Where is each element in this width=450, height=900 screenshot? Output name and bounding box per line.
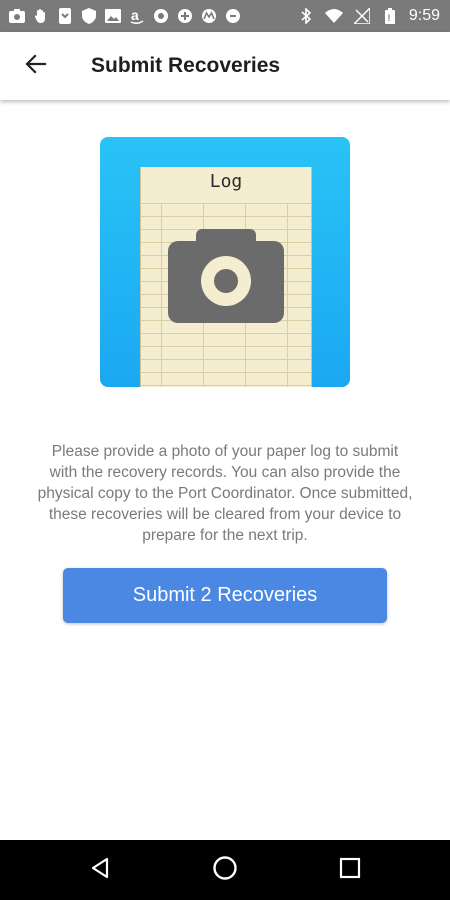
motorola-icon: [200, 7, 218, 25]
system-icons: ! 9:59: [297, 0, 440, 32]
wifi-icon: [324, 7, 343, 25]
nav-back-button[interactable]: [80, 850, 120, 890]
nav-recents-button[interactable]: [330, 850, 370, 890]
home-circle-icon: [212, 855, 238, 886]
back-button[interactable]: [14, 44, 58, 88]
bluetooth-icon: [297, 7, 315, 25]
amazon-icon: a: [128, 7, 146, 25]
page-title: Submit Recoveries: [91, 54, 281, 77]
submit-recoveries-button[interactable]: Submit 2 Recoveries: [63, 568, 387, 623]
recents-square-icon: [339, 857, 361, 884]
hand-icon: [32, 7, 50, 25]
svg-text:!: !: [387, 13, 390, 23]
image-icon: [104, 7, 122, 25]
app-bar: Submit Recoveries: [0, 32, 450, 100]
paper-header: Log: [141, 167, 311, 204]
circle-icon: [152, 7, 170, 25]
paper-log-illustration: Log: [100, 137, 350, 387]
shield-icon: [80, 7, 98, 25]
paper-log-title: Log: [209, 171, 243, 192]
camera-icon: [168, 229, 284, 323]
notification-icons: a: [8, 0, 242, 32]
status-bar: a ! 9:59: [0, 0, 450, 32]
nav-home-button[interactable]: [205, 850, 245, 890]
arrow-left-icon: [25, 53, 47, 80]
battery-icon: !: [381, 7, 399, 25]
instructions-text: Please provide a photo of your paper log…: [37, 443, 413, 544]
back-triangle-icon: [89, 857, 111, 884]
system-nav-bar: [0, 840, 450, 900]
status-time: 9:59: [408, 7, 440, 24]
circle-icon: [224, 7, 242, 25]
svg-text:a: a: [131, 8, 139, 23]
no-signal-icon: [353, 7, 371, 25]
plus-circle-icon: [176, 7, 194, 25]
camera-notification-icon: [8, 7, 26, 25]
phone-sync-icon: [56, 7, 74, 25]
